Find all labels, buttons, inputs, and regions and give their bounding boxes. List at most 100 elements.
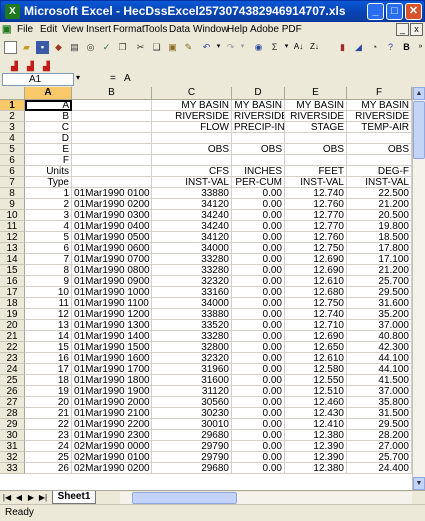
menu-help[interactable]: Help <box>227 24 248 35</box>
table-cell[interactable]: 28.200 <box>347 430 412 441</box>
row-header[interactable]: 1 <box>0 100 25 111</box>
table-cell[interactable]: 0.00 <box>232 452 285 463</box>
table-cell[interactable]: 29680 <box>152 463 232 474</box>
table-cell[interactable]: 44.100 <box>347 364 412 375</box>
table-cell[interactable]: 01Mar1990 0300 <box>72 210 152 221</box>
row-header[interactable]: 30 <box>0 430 25 441</box>
table-cell[interactable] <box>152 155 232 166</box>
table-cell[interactable] <box>285 155 347 166</box>
table-cell[interactable]: 02Mar1990 0000 <box>72 441 152 452</box>
help-icon[interactable]: ? <box>384 41 397 54</box>
sheet-tab[interactable]: Sheet1 <box>52 491 96 504</box>
table-cell[interactable]: 12.380 <box>285 463 347 474</box>
table-cell[interactable]: 33280 <box>152 254 232 265</box>
table-cell[interactable]: CFS <box>152 166 232 177</box>
zoom-icon[interactable]: ◔ <box>368 41 381 54</box>
table-cell[interactable]: 16 <box>25 353 72 364</box>
table-cell[interactable]: B <box>25 111 72 122</box>
row-header[interactable]: 10 <box>0 210 25 221</box>
mdi-close-button[interactable]: x <box>410 23 423 36</box>
table-cell[interactable]: 24.400 <box>347 463 412 474</box>
row-header[interactable]: 17 <box>0 287 25 298</box>
table-cell[interactable]: 22.500 <box>347 188 412 199</box>
table-cell[interactable]: 32800 <box>152 342 232 353</box>
table-cell[interactable]: 01Mar1990 1600 <box>72 353 152 364</box>
save-icon[interactable]: ▪ <box>36 41 49 54</box>
table-cell[interactable]: 32320 <box>152 353 232 364</box>
table-cell[interactable]: 21.200 <box>347 199 412 210</box>
mdi-minimize-button[interactable]: _ <box>396 23 409 36</box>
row-header[interactable]: 4 <box>0 133 25 144</box>
table-cell[interactable]: 2 <box>25 199 72 210</box>
table-cell[interactable]: 01Mar1990 2000 <box>72 397 152 408</box>
table-cell[interactable]: 0.00 <box>232 353 285 364</box>
table-cell[interactable] <box>347 133 412 144</box>
table-cell[interactable]: 34240 <box>152 210 232 221</box>
scroll-up-icon[interactable]: ▲ <box>413 87 425 100</box>
row-header[interactable]: 26 <box>0 386 25 397</box>
table-cell[interactable]: OBS <box>232 144 285 155</box>
table-cell[interactable]: 12.390 <box>285 452 347 463</box>
table-cell[interactable]: PRECIP-INC <box>232 122 285 133</box>
table-cell[interactable]: 12.680 <box>285 287 347 298</box>
column-header-f[interactable]: F <box>347 87 412 100</box>
table-cell[interactable]: 01Mar1990 1700 <box>72 364 152 375</box>
table-cell[interactable]: 12.710 <box>285 320 347 331</box>
table-cell[interactable]: 02Mar1990 0200 <box>72 463 152 474</box>
table-cell[interactable]: 01Mar1990 2100 <box>72 408 152 419</box>
row-header[interactable]: 3 <box>0 122 25 133</box>
table-cell[interactable]: 13 <box>25 320 72 331</box>
table-cell[interactable]: 35.800 <box>347 397 412 408</box>
table-cell[interactable]: 12.510 <box>285 386 347 397</box>
row-header[interactable]: 2 <box>0 111 25 122</box>
table-cell[interactable]: 01Mar1990 0900 <box>72 276 152 287</box>
table-cell[interactable] <box>72 155 152 166</box>
table-cell[interactable]: 17 <box>25 364 72 375</box>
table-cell[interactable]: 34240 <box>152 221 232 232</box>
table-cell[interactable]: 12.770 <box>285 221 347 232</box>
table-cell[interactable]: MY BASIN <box>232 100 285 111</box>
column-header-e[interactable]: E <box>285 87 347 100</box>
table-cell[interactable] <box>232 155 285 166</box>
cut-icon[interactable]: ✂ <box>134 41 147 54</box>
table-cell[interactable]: 0.00 <box>232 441 285 452</box>
table-cell[interactable]: 12.380 <box>285 430 347 441</box>
new-icon[interactable] <box>4 41 17 54</box>
table-cell[interactable]: 12.690 <box>285 331 347 342</box>
copy-icon[interactable]: ❏ <box>150 41 163 54</box>
table-cell[interactable]: 35.200 <box>347 309 412 320</box>
table-cell[interactable]: 34000 <box>152 243 232 254</box>
table-cell[interactable]: 34000 <box>152 298 232 309</box>
row-header[interactable]: 31 <box>0 441 25 452</box>
table-cell[interactable]: 20.500 <box>347 210 412 221</box>
menu-window[interactable]: Window <box>193 24 229 35</box>
table-cell[interactable]: 01Mar1990 1300 <box>72 320 152 331</box>
scroll-down-icon[interactable]: ▼ <box>413 477 425 490</box>
table-cell[interactable]: 25.700 <box>347 276 412 287</box>
table-cell[interactable]: 0.00 <box>232 375 285 386</box>
table-cell[interactable]: 0.00 <box>232 298 285 309</box>
table-cell[interactable]: 0.00 <box>232 287 285 298</box>
table-cell[interactable]: 0.00 <box>232 386 285 397</box>
table-cell[interactable]: 0.00 <box>232 309 285 320</box>
table-cell[interactable]: 21 <box>25 408 72 419</box>
table-cell[interactable]: 34120 <box>152 232 232 243</box>
row-header[interactable]: 23 <box>0 353 25 364</box>
name-box-dropdown-icon[interactable]: ▾ <box>76 73 80 82</box>
table-cell[interactable]: 30230 <box>152 408 232 419</box>
table-cell[interactable]: 30010 <box>152 419 232 430</box>
table-cell[interactable]: 8 <box>25 265 72 276</box>
open-folder-icon[interactable]: ▰ <box>20 41 33 54</box>
table-cell[interactable]: 12.740 <box>285 188 347 199</box>
close-button[interactable]: ✕ <box>405 3 422 20</box>
table-cell[interactable]: 01Mar1990 1900 <box>72 386 152 397</box>
table-cell[interactable]: 17.100 <box>347 254 412 265</box>
table-cell[interactable]: 18 <box>25 375 72 386</box>
table-cell[interactable]: 31.600 <box>347 298 412 309</box>
minimize-button[interactable]: _ <box>367 3 384 20</box>
table-cell[interactable]: 0.00 <box>232 210 285 221</box>
active-cell[interactable]: A <box>25 100 72 111</box>
table-cell[interactable]: DEG-F <box>347 166 412 177</box>
research-icon[interactable]: ❐ <box>116 41 129 54</box>
print-preview-icon[interactable]: ◎ <box>84 41 97 54</box>
